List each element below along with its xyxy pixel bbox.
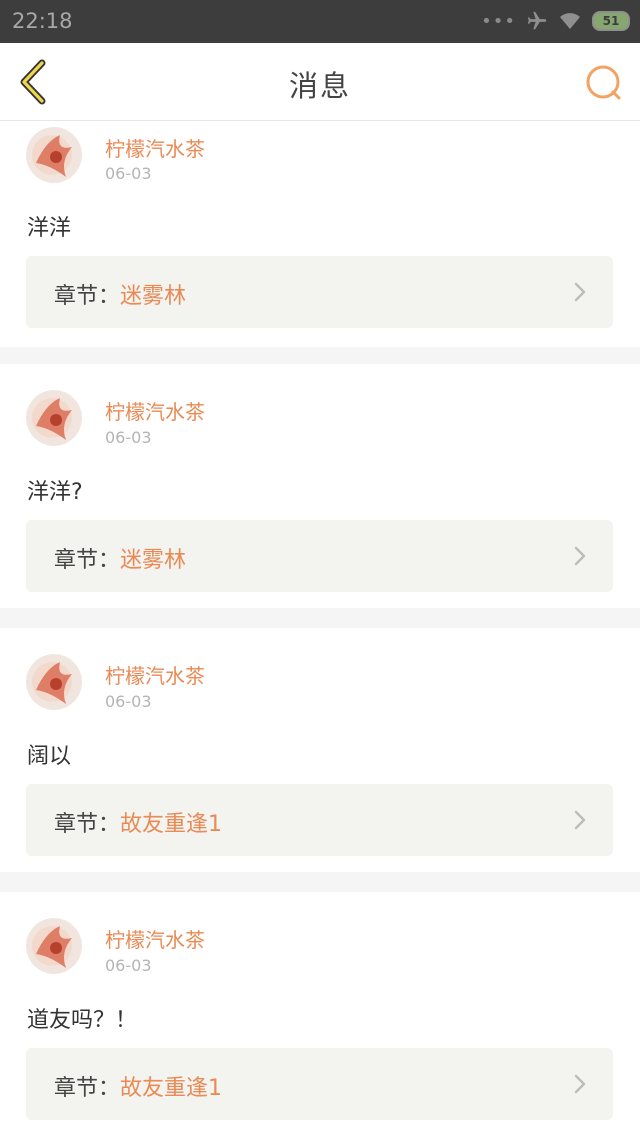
message-date: 06-03 (105, 692, 152, 711)
page-title: 消息 (288, 69, 351, 103)
message-date: 06-03 (105, 428, 152, 447)
search-icon[interactable] (584, 63, 624, 103)
chapter-link[interactable]: 章节：故友重逢1 (26, 1048, 613, 1120)
message-card: 柠檬汽水茶 06-03 阔以 章节：故友重逢1 (0, 628, 640, 872)
chapter-label: 章节：故友重逢1 (54, 1070, 222, 1102)
battery-level: 51 (602, 14, 620, 28)
chevron-right-icon (574, 810, 586, 830)
battery-icon: 51 (592, 11, 630, 31)
chapter-label-text: 章节： (54, 1076, 121, 1101)
message-username[interactable]: 柠檬汽水茶 (105, 660, 205, 689)
status-bar: 22:18 ••• 51 (0, 0, 640, 43)
airplane-icon (527, 11, 547, 30)
chapter-link[interactable]: 章节：迷雾林 (26, 520, 613, 592)
chapter-label: 章节：故友重逢1 (54, 806, 222, 838)
chapter-label-text: 章节： (54, 548, 121, 573)
chevron-right-icon (574, 282, 586, 302)
chapter-name: 迷雾林 (120, 548, 187, 573)
message-username[interactable]: 柠檬汽水茶 (105, 133, 205, 162)
chapter-label: 章节：迷雾林 (54, 278, 186, 310)
chapter-label-text: 章节： (54, 812, 121, 837)
status-time: 22:18 (12, 9, 73, 33)
chevron-right-icon (574, 546, 586, 566)
message-card: 柠檬汽水茶 06-03 道友吗？！ 章节：故友重逢1 (0, 892, 640, 1138)
avatar[interactable] (26, 127, 82, 183)
chapter-name: 迷雾林 (120, 284, 187, 309)
avatar[interactable] (26, 390, 82, 446)
message-content: 洋洋 (27, 216, 72, 241)
chapter-name: 故友重逢1 (120, 1076, 223, 1101)
message-content: 洋洋? (27, 480, 83, 505)
message-card: 柠檬汽水茶 06-03 洋洋 章节：迷雾林 (0, 121, 640, 347)
message-content: 阔以 (27, 744, 72, 769)
chapter-label-text: 章节： (54, 284, 121, 309)
wifi-icon (560, 13, 580, 29)
system-icons: ••• 51 (481, 8, 630, 34)
avatar[interactable] (26, 654, 82, 710)
chapter-link[interactable]: 章节：故友重逢1 (26, 784, 613, 856)
chapter-label: 章节：迷雾林 (54, 542, 186, 574)
app-header: 消息 (0, 43, 640, 121)
message-date: 06-03 (105, 164, 152, 183)
message-username[interactable]: 柠檬汽水茶 (105, 396, 205, 425)
chapter-link[interactable]: 章节：迷雾林 (26, 256, 613, 328)
chapter-name: 故友重逢1 (120, 812, 223, 837)
avatar[interactable] (26, 918, 82, 974)
chevron-right-icon (574, 1074, 586, 1094)
message-username[interactable]: 柠檬汽水茶 (105, 924, 205, 953)
message-card: 柠檬汽水茶 06-03 洋洋? 章节：迷雾林 (0, 364, 640, 608)
more-dots-icon: ••• (481, 10, 516, 32)
message-date: 06-03 (105, 956, 152, 975)
message-content: 道友吗？！ (27, 1008, 138, 1033)
